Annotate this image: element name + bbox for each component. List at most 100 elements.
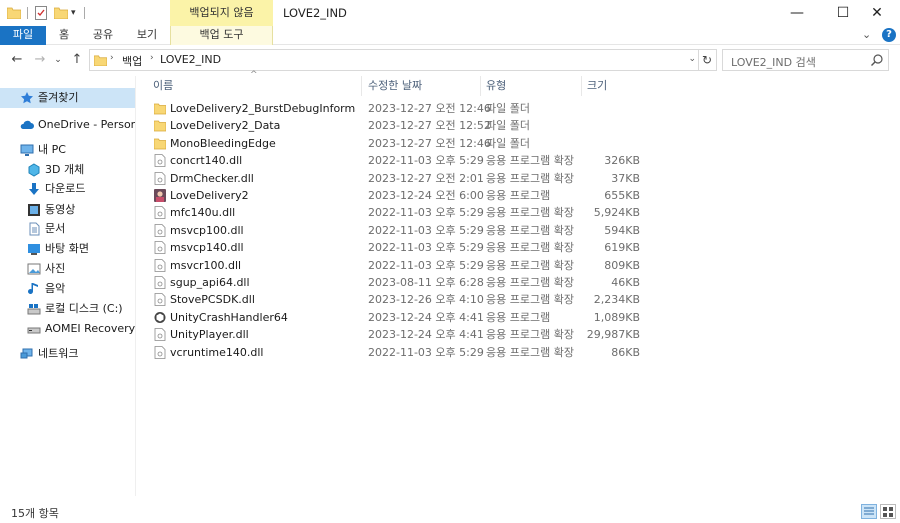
search-input[interactable]: LOVE2_IND 검색 xyxy=(722,49,889,71)
file-row[interactable]: LoveDelivery2_BurstDebugInformation_... 2… xyxy=(150,100,650,117)
file-date: 2023-12-27 오전 12:46 xyxy=(368,136,491,150)
breadcrumb-separator-icon[interactable]: › xyxy=(110,53,114,63)
file-row[interactable]: msvcp140.dll 2022-11-03 오후 5:29 응용 프로그램 확장… xyxy=(150,239,650,256)
file-type: 파일 폴더 xyxy=(486,136,530,150)
breadcrumb-separator-icon[interactable]: › xyxy=(150,53,154,63)
file-size: 594KB xyxy=(604,223,640,237)
tab-home[interactable]: 홈 xyxy=(52,26,76,45)
details-view-icon[interactable] xyxy=(861,504,877,519)
tab-file[interactable]: 파일 xyxy=(0,26,46,45)
video-icon xyxy=(28,204,40,216)
forward-arrow-icon[interactable]: → xyxy=(31,49,49,71)
dll-file-icon xyxy=(154,241,166,255)
column-header-size[interactable]: 크기 xyxy=(587,76,607,96)
file-name: concrt140.dll xyxy=(170,154,243,168)
nav-item-desktop[interactable]: 바탕 화면 xyxy=(0,239,135,259)
file-size: 46KB xyxy=(611,276,640,289)
file-type: 파일 폴더 xyxy=(486,119,530,133)
new-folder-icon[interactable] xyxy=(54,7,68,19)
back-arrow-icon[interactable]: ← xyxy=(8,49,26,71)
file-row[interactable]: concrt140.dll 2022-11-03 오후 5:29 응용 프로그램 확… xyxy=(150,152,650,169)
tab-backup-tools[interactable]: 백업 도구 xyxy=(170,26,273,45)
folder-icon[interactable] xyxy=(7,7,21,19)
tab-share[interactable]: 공유 xyxy=(88,26,118,45)
title-bar: ▾ 백업되지 않음 LOVE2_IND — ☐ ✕ xyxy=(0,0,900,26)
contextual-group-title: 백업되지 않음 xyxy=(170,0,273,26)
help-icon[interactable]: ? xyxy=(882,28,896,42)
file-row[interactable]: UnityCrashHandler64 2023-12-24 오후 4:41 응용 … xyxy=(150,309,650,326)
file-size: 326KB xyxy=(604,154,640,168)
file-row[interactable]: LoveDelivery2_Data 2023-12-27 오전 12:52 파일 … xyxy=(150,117,650,134)
nav-item-music[interactable]: 음악 xyxy=(0,279,135,299)
column-header-date[interactable]: 수정한 날짜 xyxy=(368,76,422,96)
column-divider[interactable] xyxy=(480,76,481,96)
minimize-button[interactable]: — xyxy=(774,0,820,26)
nav-item-3d-objects[interactable]: 3D 개체 xyxy=(0,160,135,180)
recent-locations-icon[interactable]: ⌄ xyxy=(52,49,64,71)
expand-ribbon-icon[interactable]: ⌄ xyxy=(862,28,871,41)
breadcrumb-backup[interactable]: 백업 xyxy=(122,53,142,69)
close-button[interactable]: ✕ xyxy=(854,0,900,26)
dll-file-icon xyxy=(154,328,166,342)
nav-item-this-pc[interactable]: 내 PC xyxy=(0,140,135,160)
file-row[interactable]: UnityPlayer.dll 2023-12-24 오후 4:41 응용 프로그램… xyxy=(150,326,650,343)
file-row[interactable]: DrmChecker.dll 2023-12-27 오전 2:01 응용 프로그램 … xyxy=(150,170,650,187)
nav-item-pictures[interactable]: 사진 xyxy=(0,259,135,279)
application-icon xyxy=(154,189,166,202)
refresh-icon[interactable]: ↻ xyxy=(698,49,717,71)
dll-file-icon xyxy=(154,206,166,220)
nav-item-videos[interactable]: 동영상 xyxy=(0,200,135,220)
file-date: 2023-12-27 오전 12:52 xyxy=(368,119,491,133)
address-dropdown-icon[interactable]: ⌄ xyxy=(688,54,696,64)
properties-icon[interactable] xyxy=(35,6,47,20)
file-name: UnityPlayer.dll xyxy=(170,328,249,342)
pictures-icon xyxy=(27,263,41,275)
nav-item-documents[interactable]: 문서 xyxy=(0,219,135,239)
desktop-icon xyxy=(28,244,40,255)
pc-icon xyxy=(20,144,34,156)
file-date: 2023-12-27 오전 2:01 xyxy=(368,171,484,185)
file-row[interactable]: msvcr100.dll 2022-11-03 오후 5:29 응용 프로그램 확장… xyxy=(150,257,650,274)
file-row[interactable]: mfc140u.dll 2022-11-03 오후 5:29 응용 프로그램 확장 5… xyxy=(150,204,650,221)
large-icons-view-icon[interactable] xyxy=(880,504,896,519)
file-row[interactable]: sgup_api64.dll 2023-08-11 오후 6:28 응용 프로그램 … xyxy=(150,274,650,291)
nav-item-favorites[interactable]: 즐겨찾기 xyxy=(0,88,135,108)
tab-view[interactable]: 보기 xyxy=(132,26,162,45)
dll-file-icon xyxy=(154,258,166,272)
file-row[interactable]: StovePCSDK.dll 2023-12-26 오후 4:10 응용 프로그램 … xyxy=(150,291,650,308)
column-divider[interactable] xyxy=(361,76,362,96)
window-title: LOVE2_IND xyxy=(283,6,347,20)
nav-item-network[interactable]: 네트워크 xyxy=(0,344,135,364)
nav-item-aomei-recovery[interactable]: AOMEI Recovery Par xyxy=(0,319,135,339)
column-header-type[interactable]: 유형 xyxy=(486,76,506,96)
file-size: 809KB xyxy=(604,258,640,272)
column-header-name[interactable]: 이름 xyxy=(153,76,173,96)
file-row[interactable]: vcruntime140.dll 2022-11-03 오후 5:29 응용 프로그… xyxy=(150,344,650,361)
customize-quick-access-icon[interactable]: ▾ xyxy=(71,8,76,24)
search-icon[interactable] xyxy=(870,53,884,67)
folder-icon xyxy=(154,103,166,115)
file-name: UnityCrashHandler64 xyxy=(170,310,288,324)
column-divider[interactable] xyxy=(581,76,582,96)
nav-item-onedrive[interactable]: OneDrive - Personal xyxy=(0,115,135,135)
address-bar[interactable]: › 백업 › LOVE2_IND ⌄ xyxy=(89,49,699,71)
breadcrumb-current[interactable]: LOVE2_IND xyxy=(160,53,221,66)
cube-icon xyxy=(28,163,40,177)
file-size: 29,987KB xyxy=(586,328,640,342)
up-arrow-icon[interactable]: ↑ xyxy=(68,49,86,71)
folder-icon xyxy=(154,138,166,150)
file-row[interactable]: msvcp100.dll 2022-11-03 오후 5:29 응용 프로그램 확장… xyxy=(150,222,650,239)
file-row[interactable]: LoveDelivery2 2023-12-24 오전 6:00 응용 프로그램 65… xyxy=(150,187,650,204)
drive-icon xyxy=(27,327,41,334)
unity-icon xyxy=(154,311,166,323)
file-type: 응용 프로그램 확장 xyxy=(486,345,574,359)
file-date: 2023-12-27 오전 12:46 xyxy=(368,102,491,115)
file-type: 응용 프로그램 확장 xyxy=(486,223,574,237)
file-name: mfc140u.dll xyxy=(170,206,236,220)
nav-item-downloads[interactable]: 다운로드 xyxy=(0,179,135,199)
file-name: msvcp100.dll xyxy=(170,223,244,237)
file-date: 2022-11-03 오후 5:29 xyxy=(368,241,484,255)
file-row[interactable]: MonoBleedingEdge 2023-12-27 오전 12:46 파일 폴더 xyxy=(150,135,650,152)
file-type: 응용 프로그램 확장 xyxy=(486,171,574,185)
nav-item-local-disk[interactable]: 로컬 디스크 (C:) xyxy=(0,299,135,319)
